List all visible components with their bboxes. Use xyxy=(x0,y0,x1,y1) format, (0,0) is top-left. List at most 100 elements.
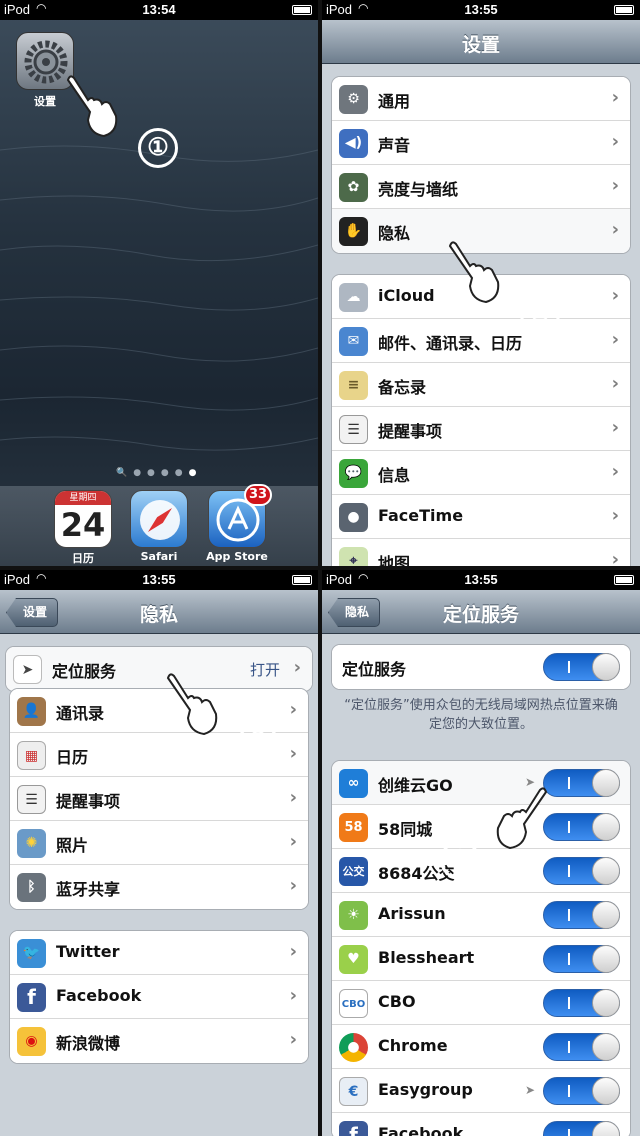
privacy-row-twitter[interactable]: 🐦 Twitter › xyxy=(10,931,308,975)
row-label: 邮件、通讯录、日历 xyxy=(378,334,523,353)
location-services-toggle[interactable] xyxy=(543,653,620,681)
app-row-chuangwei: ∞ 创维云GO ➤ xyxy=(332,761,630,805)
app-toggle[interactable] xyxy=(543,945,620,973)
row-label: 声音 xyxy=(378,136,411,155)
app-row-blessheart: ♥ Blessheart xyxy=(332,937,630,981)
settings-row-mail[interactable]: ✉ 邮件、通讯录、日历 › xyxy=(332,319,630,363)
app-row-chrome: ● Chrome xyxy=(332,1025,630,1069)
privacy-row-weibo[interactable]: ◉ 新浪微博 › xyxy=(10,1019,308,1063)
gear-icon: ⚙ xyxy=(339,85,368,114)
chevron-right-icon: › xyxy=(289,1029,297,1050)
dock-label-appstore: App Store xyxy=(206,550,268,563)
hand-icon: ✋ xyxy=(339,217,368,246)
app-toggle[interactable] xyxy=(543,1033,620,1061)
step-4-badge: ④ xyxy=(440,840,480,880)
chevron-right-icon: › xyxy=(289,941,297,962)
location-services-panel: iPod ◠ 13:55 隐私 定位服务 定位服务 “定位服务”使用众包的无线局… xyxy=(322,570,640,1136)
row-label: 信息 xyxy=(378,466,411,485)
chevron-right-icon: › xyxy=(289,787,297,808)
navigation-bar: 设置 xyxy=(322,20,640,64)
app-toggle[interactable] xyxy=(543,901,620,929)
compass-icon xyxy=(140,500,180,540)
settings-panel: iPod ◠ 13:55 设置 ⚙ 通用 › ◀) 声音 › ✿ 亮度与墙纸 › ✋ 隐私 › … xyxy=(322,0,640,566)
page-title: 隐私 xyxy=(139,604,178,626)
settings-row-maps[interactable]: ⌖ 地图 › xyxy=(332,539,630,566)
chevron-right-icon: › xyxy=(611,219,619,240)
status-time: 13:55 xyxy=(464,2,498,17)
app-row-facebook: f Facebook xyxy=(332,1113,630,1136)
app-easygroup-icon: € xyxy=(339,1077,368,1106)
location-services-row[interactable]: ➤ 定位服务 打开 › xyxy=(6,647,312,691)
weibo-icon: ◉ xyxy=(17,1027,46,1056)
camera-icon: ● xyxy=(339,503,368,532)
app-toggle[interactable] xyxy=(543,1077,620,1105)
home-screen-panel: iPod ◠ 13:54 设置 ① 🔍●●●●● 星期四 24 33 日历 Sa… xyxy=(0,0,318,566)
chevron-right-icon: › xyxy=(289,831,297,852)
location-status: 打开 xyxy=(249,661,280,679)
privacy-row-facebook[interactable]: f Facebook › xyxy=(10,975,308,1019)
chevron-right-icon: › xyxy=(611,329,619,350)
settings-row-reminders[interactable]: ☰ 提醒事项 › xyxy=(332,407,630,451)
app-toggle[interactable] xyxy=(543,857,620,885)
app-arissun-icon: ☀ xyxy=(339,901,368,930)
settings-row-sound[interactable]: ◀) 声音 › xyxy=(332,121,630,165)
checklist-icon: ☰ xyxy=(17,785,46,814)
settings-row-facetime[interactable]: ● FaceTime › xyxy=(332,495,630,539)
row-label: 通讯录 xyxy=(56,704,105,723)
step-3-badge: ③ xyxy=(238,722,278,762)
mail-icon: ✉ xyxy=(339,327,368,356)
location-master-group: 定位服务 xyxy=(331,644,631,690)
row-label: 隐私 xyxy=(378,224,411,243)
row-label: Chrome xyxy=(378,1036,448,1055)
map-icon: ⌖ xyxy=(339,547,368,566)
app-58-icon: 58 xyxy=(339,813,368,842)
chevron-right-icon: › xyxy=(289,699,297,720)
app-toggle[interactable] xyxy=(543,769,620,797)
app-toggle[interactable] xyxy=(543,1121,620,1136)
privacy-panel: iPod ◠ 13:55 设置 隐私 ➤ 定位服务 打开 › 👤 通讯录 › ▦ 日历 › ☰… xyxy=(0,570,318,1136)
page-title: 设置 xyxy=(461,34,500,56)
privacy-row-photos[interactable]: ✺ 照片 › xyxy=(10,821,308,865)
battery-icon xyxy=(292,575,312,585)
settings-row-general[interactable]: ⚙ 通用 › xyxy=(332,77,630,121)
message-icon: 💬 xyxy=(339,459,368,488)
status-time: 13:54 xyxy=(142,2,176,17)
row-label: 蓝牙共享 xyxy=(56,880,121,899)
navigation-bar: 隐私 定位服务 xyxy=(322,590,640,634)
app-chrome-icon: ● xyxy=(339,1033,368,1062)
row-label: 地图 xyxy=(378,554,411,566)
facebook-icon: f xyxy=(17,983,46,1012)
row-label: 定位服务 xyxy=(52,662,117,681)
settings-group-2: ☁ iCloud › ✉ 邮件、通讯录、日历 › ≡ 备忘录 › ☰ 提醒事项 › 💬 信息 › ●… xyxy=(331,274,631,566)
chevron-right-icon: › xyxy=(293,657,301,678)
row-label: Easygroup xyxy=(378,1080,473,1099)
status-bar: iPod ◠ 13:55 xyxy=(0,570,318,590)
privacy-group-2: 🐦 Twitter › f Facebook › ◉ 新浪微博 › xyxy=(9,930,309,1064)
chevron-right-icon: › xyxy=(611,87,619,108)
row-label: 亮度与墙纸 xyxy=(378,180,459,199)
calendar-app-icon[interactable]: 星期四 24 xyxy=(54,490,112,548)
privacy-row-bluetooth[interactable]: ᛒ 蓝牙共享 › xyxy=(10,865,308,909)
chevron-right-icon: › xyxy=(611,505,619,526)
privacy-row-reminders[interactable]: ☰ 提醒事项 › xyxy=(10,777,308,821)
safari-app-icon[interactable] xyxy=(130,490,188,548)
battery-icon xyxy=(614,575,634,585)
twitter-icon: 🐦 xyxy=(17,939,46,968)
settings-row-wallpaper[interactable]: ✿ 亮度与墙纸 › xyxy=(332,165,630,209)
row-label: Facebook xyxy=(56,986,142,1005)
calendar-day: 24 xyxy=(60,506,106,544)
navigation-bar: 设置 隐私 xyxy=(0,590,318,634)
step-1-badge: ① xyxy=(138,128,178,168)
settings-row-notes[interactable]: ≡ 备忘录 › xyxy=(332,363,630,407)
row-label: Facebook xyxy=(378,1124,464,1136)
status-time: 13:55 xyxy=(142,572,176,587)
location-description: “定位服务”使用众包的无线局域网热点位置来确定您的大致位置。 xyxy=(344,698,618,732)
row-label: Blessheart xyxy=(378,948,475,967)
app-toggle[interactable] xyxy=(543,989,620,1017)
row-label: 备忘录 xyxy=(378,378,427,397)
settings-row-messages[interactable]: 💬 信息 › xyxy=(332,451,630,495)
app-row-arissun: ☀ Arissun xyxy=(332,893,630,937)
chevron-right-icon: › xyxy=(289,875,297,896)
app-toggle[interactable] xyxy=(543,813,620,841)
row-label: FaceTime xyxy=(378,506,464,525)
